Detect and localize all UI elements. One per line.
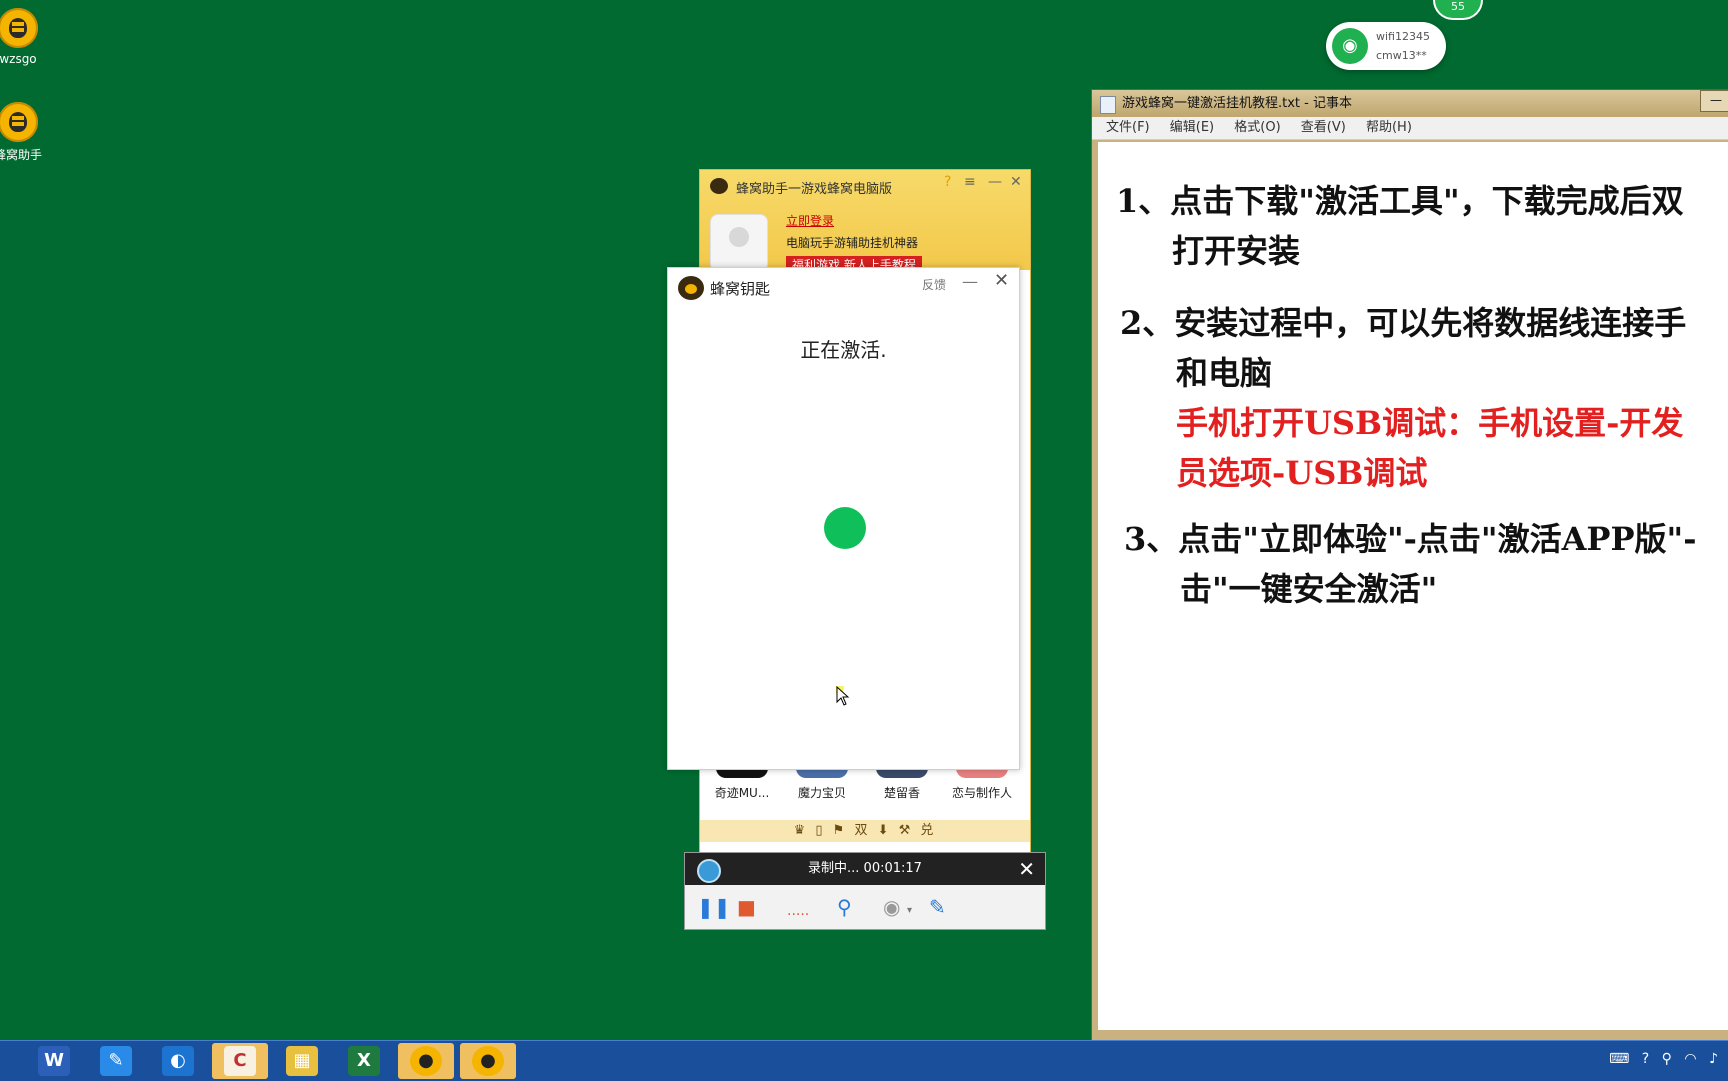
desktop-icon-wzsgo[interactable]: wzsgo	[0, 8, 58, 66]
taskbar-beehive[interactable]: ●	[398, 1043, 454, 1079]
audio-level-icon[interactable]: .....	[787, 903, 809, 919]
system-tray: ⌨ ? ⚲ ◠ ♪	[1601, 1051, 1718, 1067]
login-link[interactable]: 立即登录	[786, 212, 834, 229]
pen-icon[interactable]: ✎	[929, 895, 946, 919]
browser-icon: ◐	[162, 1046, 194, 1076]
menu-view[interactable]: 查看(V)	[1301, 120, 1346, 135]
desktop-icon-label: 蜂窝助手	[0, 148, 42, 162]
beehive-title: 蜂窝助手一游戏蜂窝电脑版	[736, 182, 893, 197]
menu-format[interactable]: 格式(O)	[1234, 120, 1280, 135]
help-icon[interactable]: ?	[944, 174, 951, 190]
beehive-logo-icon	[0, 8, 38, 48]
game-name: 恋与制作人	[951, 786, 1012, 800]
wifi-icon: ◉	[1332, 28, 1368, 64]
taskbar: W ✎ ◐ C ▦ X ● ● ⌨ ? ⚲ ◠ ♪	[0, 1040, 1728, 1081]
taskbar-browser[interactable]: ◐	[150, 1043, 206, 1079]
slogan-text: 电脑玩手游辅助挂机神器	[786, 236, 919, 250]
notepad-title: 游戏蜂窝一键激活挂机教程.txt - 记事本	[1122, 96, 1352, 111]
close-button[interactable]: ✕	[1010, 174, 1022, 190]
minimize-button[interactable]: —	[962, 272, 978, 291]
beehive-logo-icon	[710, 178, 728, 194]
notepad-text-area[interactable]: 1、点击下载"激活工具"，下载完成后双 打开安装 2、安装过程中，可以先将数据线…	[1098, 142, 1728, 1030]
wifi-popup[interactable]: ◉ wifi12345 cmw13**	[1326, 22, 1446, 70]
wifi-password: cmw13**	[1376, 49, 1427, 62]
chevron-down-icon[interactable]: ▾	[907, 905, 912, 916]
notification-badge[interactable]: 55	[1433, 0, 1483, 20]
menu-edit[interactable]: 编辑(E)	[1170, 120, 1214, 135]
activation-spinner	[824, 507, 866, 549]
excel-icon: X	[348, 1046, 380, 1076]
beehive-header: 蜂窝助手一游戏蜂窝电脑版 ? ≡ — ✕ 立即登录 电脑玩手游辅助挂机神器 福利…	[700, 170, 1030, 273]
beehive-key-dialog[interactable]: 蜂窝钥匙 反馈 — ✕ 正在激活.	[667, 267, 1020, 770]
text-line: 2、安装过程中，可以先将数据线连接手	[1120, 304, 1687, 342]
feedback-link[interactable]: 反馈	[922, 276, 946, 293]
minimize-button[interactable]: —	[1700, 90, 1728, 112]
menu-file[interactable]: 文件(F)	[1106, 120, 1150, 135]
camera-icon	[697, 859, 721, 883]
notepad-icon	[1100, 96, 1116, 114]
webcam-icon[interactable]: ◉	[883, 895, 900, 919]
desktop-icon-beehive-helper[interactable]: 蜂窝助手	[0, 102, 58, 163]
notepad-window[interactable]: 游戏蜂窝一键激活挂机教程.txt - 记事本 — 文件(F) 编辑(E) 格式(…	[1091, 89, 1728, 1041]
game-name: 奇迹MU...	[714, 786, 770, 800]
wifi-icon[interactable]: ◠	[1684, 1051, 1696, 1067]
network-icon[interactable]: ⚲	[1662, 1051, 1672, 1067]
microphone-icon[interactable]: ⚲	[837, 895, 852, 919]
taskbar-excel[interactable]: X	[336, 1043, 392, 1079]
word-icon: W	[38, 1046, 70, 1076]
text-line-highlight: 员选项-USB调试	[1176, 454, 1428, 492]
keyboard-icon[interactable]: ⌨	[1609, 1051, 1629, 1067]
mouse-cursor-icon	[836, 686, 850, 706]
text-line: 打开安装	[1172, 232, 1301, 270]
avatar[interactable]	[710, 214, 768, 272]
text-line-highlight: 手机打开USB调试：手机设置-开发	[1176, 404, 1684, 442]
text-line: 击"一键安全激活"	[1180, 570, 1438, 608]
notepad-titlebar[interactable]: 游戏蜂窝一键激活挂机教程.txt - 记事本 —	[1092, 90, 1728, 117]
close-button[interactable]: ✕	[1018, 853, 1035, 885]
menu-help[interactable]: 帮助(H)	[1366, 120, 1412, 135]
dialog-title: 蜂窝钥匙	[710, 280, 771, 298]
text-line: 3、点击"立即体验"-点击"激活APP版"-	[1124, 520, 1697, 558]
recorder-header: 录制中... 00:01:17 ✕	[685, 853, 1045, 885]
game-app-icon: C	[224, 1046, 256, 1076]
menu-icon[interactable]: ≡	[964, 174, 976, 190]
pause-button[interactable]: ❚❚	[697, 895, 731, 919]
text-line: 和电脑	[1176, 354, 1273, 392]
taskbar-beehive-key[interactable]: ●	[460, 1043, 516, 1079]
text-line: 1、点击下载"激活工具"，下载完成后双	[1116, 182, 1684, 220]
beehive-key-icon	[678, 276, 704, 300]
taskbar-notes[interactable]: ✎	[88, 1043, 144, 1079]
screen-recorder[interactable]: 录制中... 00:01:17 ✕ ❚❚ ■ ..... ⚲ ◉ ▾ ✎	[684, 852, 1046, 930]
close-button[interactable]: ✕	[994, 270, 1009, 291]
notepad-menubar: 文件(F) 编辑(E) 格式(O) 查看(V) 帮助(H)	[1092, 117, 1728, 140]
recording-status: 录制中... 00:01:17	[808, 861, 922, 876]
game-name: 楚留香	[883, 786, 920, 800]
help-icon[interactable]: ?	[1642, 1051, 1649, 1067]
volume-icon[interactable]: ♪	[1709, 1051, 1718, 1067]
beehive-key-icon: ●	[472, 1046, 504, 1076]
game-name: 魔力宝贝	[797, 786, 846, 800]
recorder-toolbar: ❚❚ ■ ..... ⚲ ◉ ▾ ✎	[685, 885, 1045, 929]
tool-bar[interactable]: ♛ ▯ ⚑ 双 ⬇ ⚒ 兑	[700, 820, 1030, 842]
desktop-icon-label: wzsgo	[0, 52, 37, 66]
activation-status: 正在激活.	[800, 338, 887, 362]
explorer-icon: ▦	[286, 1046, 318, 1076]
wifi-ssid: wifi12345	[1376, 30, 1430, 43]
taskbar-game-app[interactable]: C	[212, 1043, 268, 1079]
minimize-button[interactable]: —	[988, 174, 1002, 190]
stop-button[interactable]: ■	[737, 895, 756, 919]
beehive-logo-icon	[0, 102, 38, 142]
taskbar-explorer[interactable]: ▦	[274, 1043, 330, 1079]
beehive-logo-icon: ●	[410, 1046, 442, 1076]
taskbar-word[interactable]: W	[26, 1043, 82, 1079]
notes-icon: ✎	[100, 1046, 132, 1076]
